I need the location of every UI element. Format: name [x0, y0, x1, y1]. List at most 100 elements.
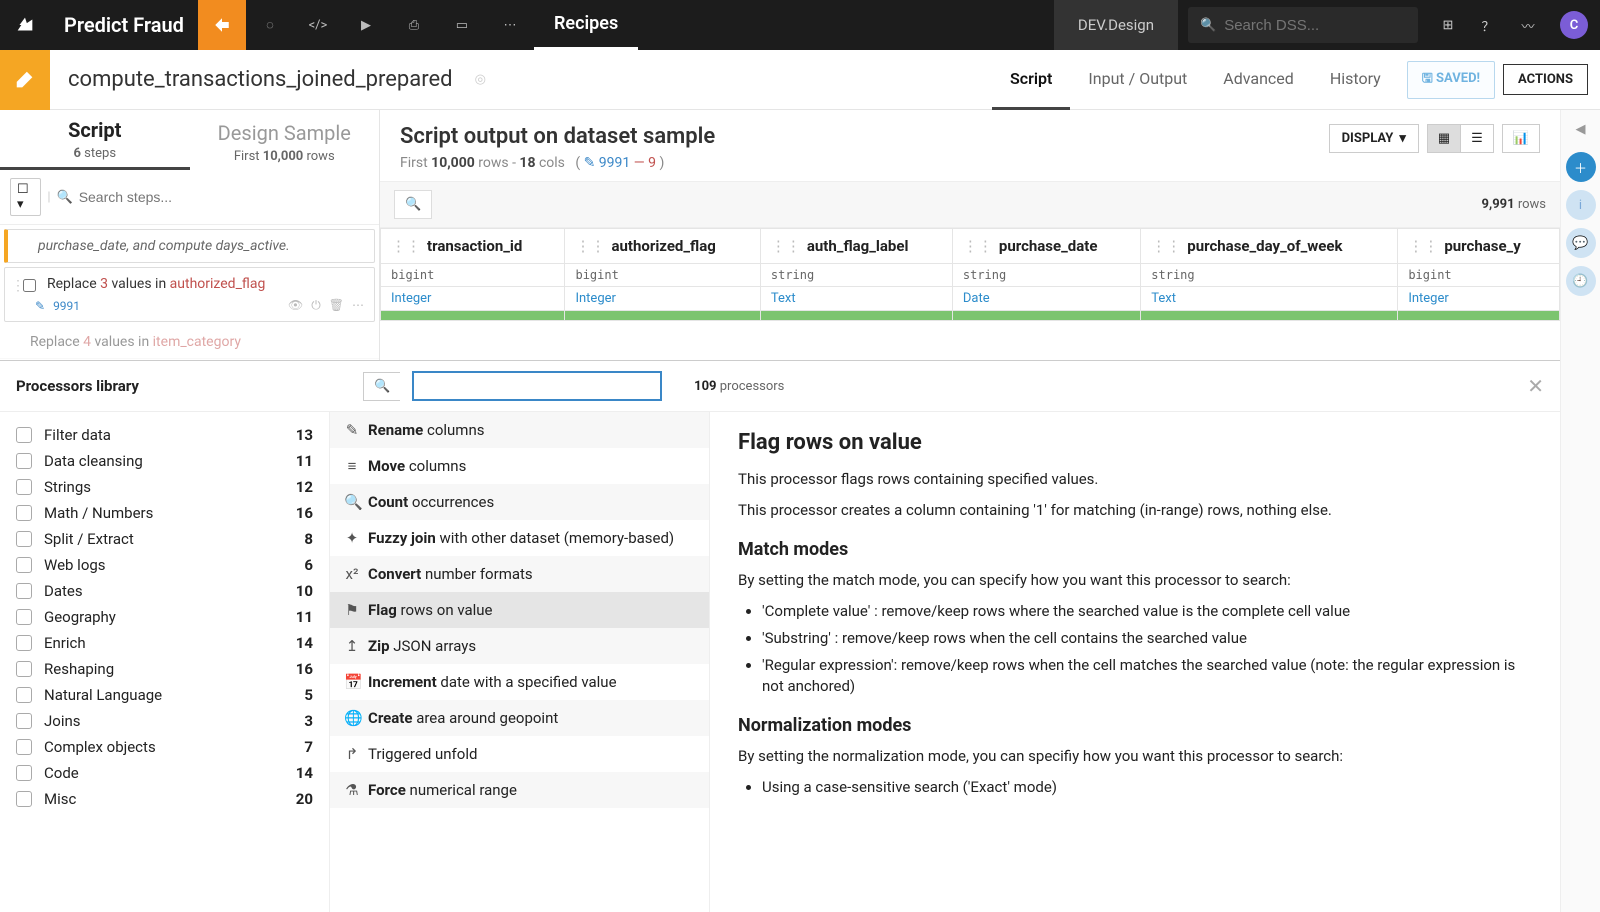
category-item[interactable]: Misc20 [16, 786, 313, 812]
processor-item[interactable]: ✦Fuzzy join with other dataset (memory-b… [330, 520, 709, 556]
step-group-label[interactable]: purchase_date, and compute days_active. [4, 229, 375, 263]
category-item[interactable]: Joins3 [16, 708, 313, 734]
checkbox[interactable] [16, 687, 32, 703]
left-tab-design-sample[interactable]: Design Sample First 10,000 rows [190, 121, 380, 170]
category-item[interactable]: Enrich14 [16, 630, 313, 656]
project-name[interactable]: Predict Fraud [50, 13, 198, 37]
play-icon[interactable]: ▶ [342, 0, 390, 50]
column-header[interactable]: ⋮⋮purchase_day_of_week [1141, 229, 1398, 264]
column-header[interactable]: ⋮⋮purchase_date [952, 229, 1140, 264]
column-header[interactable]: ⋮⋮transaction_id [381, 229, 565, 264]
processor-item[interactable]: 🔍Count occurrences [330, 484, 709, 520]
checkbox[interactable] [16, 427, 32, 443]
checkbox[interactable] [16, 713, 32, 729]
rail-info-icon[interactable]: i [1566, 190, 1596, 220]
close-icon[interactable]: ✕ [1527, 374, 1544, 398]
refresh-icon[interactable]: ◌ [246, 0, 294, 50]
eye-icon[interactable]: 👁 [288, 298, 303, 313]
column-header[interactable]: ⋮⋮authorized_flag [565, 229, 760, 264]
category-item[interactable]: Reshaping16 [16, 656, 313, 682]
category-item[interactable]: Filter data13 [16, 422, 313, 448]
category-item[interactable]: Dates10 [16, 578, 313, 604]
column-header[interactable]: ⋮⋮purchase_y [1398, 229, 1560, 264]
global-search[interactable]: 🔍 [1188, 7, 1418, 43]
trash-icon[interactable]: 🗑 [329, 298, 344, 313]
rail-history-icon[interactable]: 🕘 [1566, 266, 1596, 296]
rail-chat-icon[interactable]: 💬 [1566, 228, 1596, 258]
category-item[interactable]: Complex objects7 [16, 734, 313, 760]
view-grid-icon[interactable]: ▦ [1428, 125, 1461, 152]
step-item[interactable]: ⋮⋮ Replace 3 values in authorized_flag ✎… [4, 267, 375, 322]
actions-button[interactable]: ACTIONS [1503, 64, 1588, 95]
select-all-steps[interactable]: ☐ ▾ [10, 178, 41, 216]
category-item[interactable]: Data cleansing11 [16, 448, 313, 474]
category-item[interactable]: Split / Extract8 [16, 526, 313, 552]
search-steps-input[interactable] [79, 189, 369, 205]
checkbox[interactable] [16, 479, 32, 495]
app-logo[interactable] [0, 14, 50, 36]
category-item[interactable]: Strings12 [16, 474, 313, 500]
processor-item[interactable]: ↥Zip JSON arrays [330, 628, 709, 664]
display-dropdown[interactable]: DISPLAY ▾ [1329, 124, 1419, 153]
processor-item[interactable]: ↱Triggered unfold [330, 736, 709, 772]
user-avatar[interactable]: C [1560, 11, 1588, 39]
rail-add-icon[interactable]: ＋ [1566, 152, 1596, 182]
category-item[interactable]: Code14 [16, 760, 313, 786]
more-icon[interactable]: ⋯ [352, 298, 364, 313]
checkbox[interactable] [16, 505, 32, 521]
column-meaning[interactable]: Integer [1398, 287, 1560, 311]
global-search-input[interactable] [1224, 17, 1406, 34]
rail-back-icon[interactable]: ◀ [1566, 114, 1596, 144]
processor-item[interactable]: 📅Increment date with a specified value [330, 664, 709, 700]
column-meaning[interactable]: Date [952, 287, 1140, 311]
code-icon[interactable]: </> [294, 0, 342, 50]
processor-item[interactable]: x²Convert number formats [330, 556, 709, 592]
flow-icon[interactable] [198, 0, 246, 50]
target-icon[interactable]: ◎ [475, 72, 486, 87]
checkbox[interactable] [16, 609, 32, 625]
column-meaning[interactable]: Integer [381, 287, 565, 311]
power-icon[interactable]: ⏻ [311, 298, 321, 313]
category-item[interactable]: Natural Language5 [16, 682, 313, 708]
activity-icon[interactable]: 〰 [1508, 16, 1548, 35]
category-item[interactable]: Web logs6 [16, 552, 313, 578]
column-header[interactable]: ⋮⋮auth_flag_label [760, 229, 952, 264]
apps-icon[interactable]: ⊞ [1428, 18, 1468, 33]
checkbox[interactable] [16, 635, 32, 651]
more-icon[interactable]: ⋯ [486, 0, 534, 50]
column-meaning[interactable]: Text [1141, 287, 1398, 311]
checkbox[interactable] [16, 531, 32, 547]
saved-button[interactable]: 🖫 SAVED! [1407, 61, 1495, 99]
checkbox[interactable] [16, 765, 32, 781]
processor-item[interactable]: ⚗Force numerical range [330, 772, 709, 808]
left-tab-script[interactable]: Script 6 steps [0, 118, 190, 170]
checkbox[interactable] [16, 791, 32, 807]
column-meaning[interactable]: Integer [565, 287, 760, 311]
dashboard-icon[interactable]: ▭ [438, 0, 486, 50]
checkbox[interactable] [16, 661, 32, 677]
checkbox[interactable] [16, 583, 32, 599]
tab-advanced[interactable]: Advanced [1205, 50, 1312, 110]
section-recipes[interactable]: Recipes [534, 0, 638, 50]
category-item[interactable]: Math / Numbers16 [16, 500, 313, 526]
step-item[interactable]: Replace 4 values in item_category [0, 326, 379, 359]
environment-badge[interactable]: DEV.Design [1054, 0, 1178, 50]
checkbox[interactable] [16, 739, 32, 755]
view-chart-icon[interactable]: 📊 [1502, 124, 1540, 153]
tab-script[interactable]: Script [992, 50, 1070, 110]
view-list-icon[interactable]: ☰ [1461, 125, 1493, 152]
checkbox[interactable] [16, 453, 32, 469]
processors-search-input[interactable] [412, 371, 662, 401]
checkbox[interactable] [16, 557, 32, 573]
processor-item[interactable]: ✎Rename columns [330, 412, 709, 448]
tab-io[interactable]: Input / Output [1070, 50, 1205, 110]
processor-item[interactable]: ⚑Flag rows on value [330, 592, 709, 628]
step-checkbox[interactable] [23, 279, 36, 292]
category-item[interactable]: Geography11 [16, 604, 313, 630]
print-icon[interactable]: ⎙ [390, 0, 438, 50]
table-search[interactable]: 🔍 [394, 190, 432, 219]
processor-item[interactable]: ≡Move columns [330, 448, 709, 484]
processor-item[interactable]: 🌐Create area around geopoint [330, 700, 709, 736]
column-meaning[interactable]: Text [760, 287, 952, 311]
help-icon[interactable]: ？ [1468, 16, 1508, 35]
